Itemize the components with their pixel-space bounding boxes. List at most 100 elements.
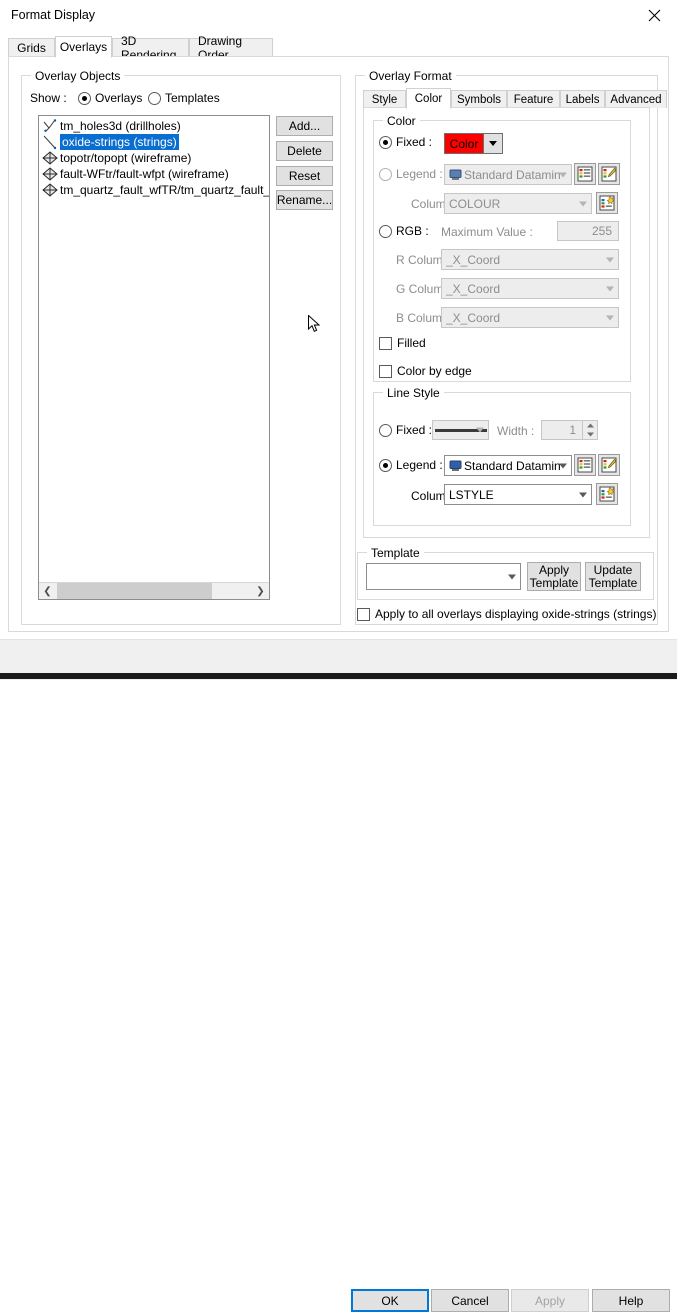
list-item-label: oxide-strings (strings) [60,134,179,150]
radio-color-legend[interactable]: Legend : [379,167,443,181]
radio-color-legend-dot [379,167,392,181]
line-legend-combo[interactable]: Standard Datamin [444,455,572,476]
radio-color-fixed-label: Fixed : [396,135,433,149]
line-width-stepper[interactable] [583,420,598,440]
tab-style[interactable]: Style [363,90,406,108]
legend-settings-icon[interactable] [596,483,618,505]
add-button-label: Add... [288,119,321,133]
update-template-button[interactable]: Update Template [585,562,641,591]
delete-button[interactable]: Delete [276,141,333,161]
stepper-down-icon[interactable] [583,430,597,439]
radio-color-fixed[interactable]: Fixed : [379,135,432,149]
max-value-field[interactable]: 255 [557,221,619,241]
chevron-down-icon [606,286,614,291]
apply-button: Apply [511,1289,589,1312]
tab-symbols[interactable]: Symbols [451,90,507,108]
scrollbar-thumb[interactable] [57,583,212,599]
tab-color-label: Color [414,92,443,105]
b-column-combo[interactable]: _X_Coord [441,307,619,328]
checkbox-color-by-edge[interactable]: Color by edge [379,364,472,378]
chevron-down-icon [606,257,614,262]
list-item-label: tm_holes3d (drillholes) [60,119,181,133]
radio-line-legend-dot [379,458,392,472]
list-item[interactable]: fault-WFtr/fault-wfpt (wireframe) [39,166,269,182]
overlay-objects-list-items: tm_holes3d (drillholes) oxide-strings (s… [39,118,269,198]
cancel-button-label: Cancel [451,1293,489,1308]
overlay-objects-list[interactable]: tm_holes3d (drillholes) oxide-strings (s… [38,115,270,600]
rename-button[interactable]: Rename... [276,190,333,210]
tab-labels[interactable]: Labels [560,90,605,108]
legend-settings-icon[interactable] [596,192,618,214]
tab-drawing-order[interactable]: Drawing Order [189,34,273,62]
rename-button-label: Rename... [276,193,333,207]
apply-template-button[interactable]: Apply Template [527,562,581,591]
color-legend-combo[interactable]: Standard Datamin [444,164,572,185]
radio-templates-label: Templates [165,91,220,105]
list-horizontal-scrollbar[interactable]: ❮ ❯ [39,582,269,599]
list-item[interactable]: tm_quartz_fault_wfTR/tm_quartz_fault_wfp [39,182,269,198]
fixed-color-button[interactable]: Color [444,133,503,154]
tab-3d-rendering[interactable]: 3D Rendering [112,34,189,62]
tab-grids[interactable]: Grids [8,38,55,57]
radio-show-templates[interactable]: Templates [148,91,220,105]
fixed-color-value: Color [449,136,479,151]
radio-line-legend[interactable]: Legend : [379,458,443,472]
color-by-edge-checkbox-box [379,364,392,378]
tab-advanced[interactable]: Advanced [605,90,667,108]
list-item[interactable]: oxide-strings (strings) [39,134,269,150]
color-legend-value: Standard Datamin [464,167,561,182]
tab-overlays[interactable]: Overlays [55,36,112,58]
g-column-combo[interactable]: _X_Coord [441,278,619,299]
radio-color-rgb[interactable]: RGB : [379,224,429,238]
legend-edit-icon[interactable] [598,163,620,185]
list-item[interactable]: tm_holes3d (drillholes) [39,118,269,134]
ok-button[interactable]: OK [351,1289,429,1312]
chevron-right-icon[interactable]: ❯ [252,583,269,599]
chevron-down-icon[interactable] [483,134,502,153]
apply-all-checkbox-box [357,607,370,621]
wireframe-icon [42,166,58,182]
update-template-label-1: Update [593,562,633,577]
chevron-left-icon[interactable]: ❮ [39,583,56,599]
template-combo[interactable] [366,563,521,590]
help-button[interactable]: Help [592,1289,670,1312]
legend-list-icon[interactable] [574,163,596,185]
r-column-combo[interactable]: _X_Coord [441,249,619,270]
color-column-combo[interactable]: COLOUR [444,193,592,214]
line-width-field[interactable]: 1 [541,420,583,440]
chevron-down-icon [476,427,484,433]
color-by-edge-label: Color by edge [397,364,472,378]
title-bar: Format Display [0,0,677,31]
radio-line-legend-label: Legend : [396,458,443,472]
delete-button-label: Delete [287,144,322,158]
filled-checkbox-box [379,336,392,350]
legend-list-icon[interactable] [574,454,596,476]
list-item[interactable]: topotr/topopt (wireframe) [39,150,269,166]
show-label: Show : [30,91,67,105]
chevron-down-icon [559,172,567,177]
checkbox-filled[interactable]: Filled [379,336,426,350]
checkbox-apply-all-overlays[interactable]: Apply to all overlays displaying oxide-s… [357,607,656,621]
tab-overlays-label: Overlays [59,40,108,54]
cancel-button[interactable]: Cancel [431,1289,509,1312]
radio-line-fixed[interactable]: Fixed : [379,423,432,437]
overlay-objects-group-title: Overlay Objects [31,69,125,83]
stepper-up-icon[interactable] [583,421,597,430]
reset-button[interactable]: Reset [276,166,333,186]
chevron-down-icon [508,574,516,579]
b-column-value: _X_Coord [446,310,501,325]
radio-color-rgb-dot [379,224,392,238]
radio-overlays-label: Overlays [95,91,143,105]
add-button[interactable]: Add... [276,116,333,136]
close-glyph [648,9,660,21]
radio-show-overlays[interactable]: Overlays [78,91,142,105]
legend-edit-icon[interactable] [598,454,620,476]
line-style-combo[interactable] [432,420,489,440]
line-column-combo[interactable]: LSTYLE [444,484,592,505]
tab-color[interactable]: Color [406,88,451,109]
main-tab-strip: Grids Overlays 3D Rendering Drawing Orde… [8,34,669,62]
color-column-value: COLOUR [449,196,501,211]
close-icon[interactable] [631,0,677,30]
tab-feature[interactable]: Feature [507,90,560,108]
strings-icon [42,118,58,134]
